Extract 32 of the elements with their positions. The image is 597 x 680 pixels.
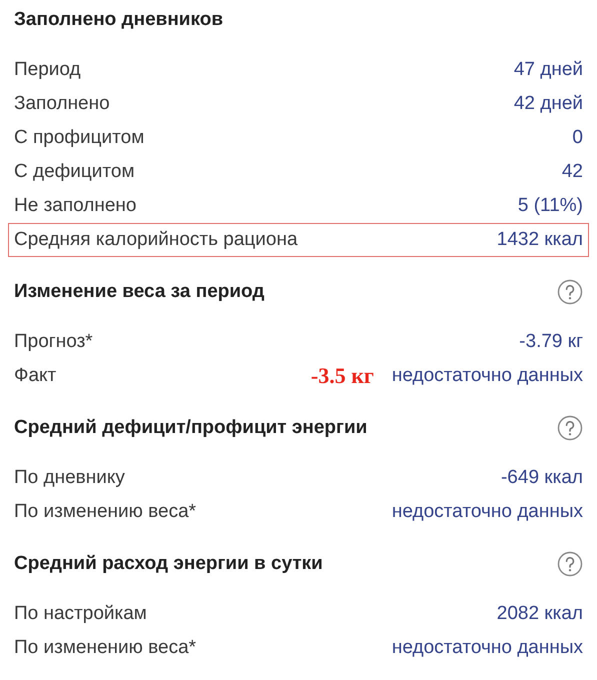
row-label: По настройкам bbox=[14, 603, 147, 625]
row-value: 5 (11%) bbox=[518, 195, 583, 217]
help-icon[interactable] bbox=[557, 415, 583, 441]
section-title: Средний дефицит/профицит энергии bbox=[14, 417, 368, 439]
row-value: 42 дней bbox=[514, 93, 583, 115]
section-title: Изменение веса за период bbox=[14, 281, 264, 303]
row-label: Не заполнено bbox=[14, 195, 136, 217]
section-title: Средний расход энергии в сутки bbox=[14, 553, 323, 575]
row-label: Заполнено bbox=[14, 93, 110, 115]
row-value: недостаточно данных bbox=[392, 637, 583, 659]
row-value: 0 bbox=[572, 127, 583, 149]
row-value: недостаточно данных bbox=[392, 365, 583, 387]
row-value: 47 дней bbox=[514, 59, 583, 81]
row-label: По изменению веса* bbox=[14, 501, 196, 523]
help-icon[interactable] bbox=[557, 551, 583, 577]
row-value: 1432 ккал bbox=[496, 229, 583, 251]
row-value: 42 bbox=[562, 161, 583, 183]
row-label: По дневнику bbox=[14, 467, 125, 489]
row-label: Средняя калорийность рациона bbox=[14, 229, 298, 251]
annotation-text: -3.5 кг bbox=[310, 363, 374, 389]
row-label: С профицитом bbox=[14, 127, 144, 149]
help-icon[interactable] bbox=[557, 279, 583, 305]
row-label: По изменению веса* bbox=[14, 637, 196, 659]
row-value: недостаточно данных bbox=[392, 501, 583, 523]
row-label: Период bbox=[14, 59, 81, 81]
row-label: С дефицитом bbox=[14, 161, 135, 183]
row-label: Прогноз* bbox=[14, 331, 93, 353]
row-value: -3.79 кг bbox=[519, 331, 583, 353]
row-value: 2082 ккал bbox=[496, 603, 583, 625]
row-value: -649 ккал bbox=[500, 467, 583, 489]
row-label: Факт bbox=[14, 365, 56, 387]
section-title: Заполнено дневников bbox=[14, 9, 224, 31]
